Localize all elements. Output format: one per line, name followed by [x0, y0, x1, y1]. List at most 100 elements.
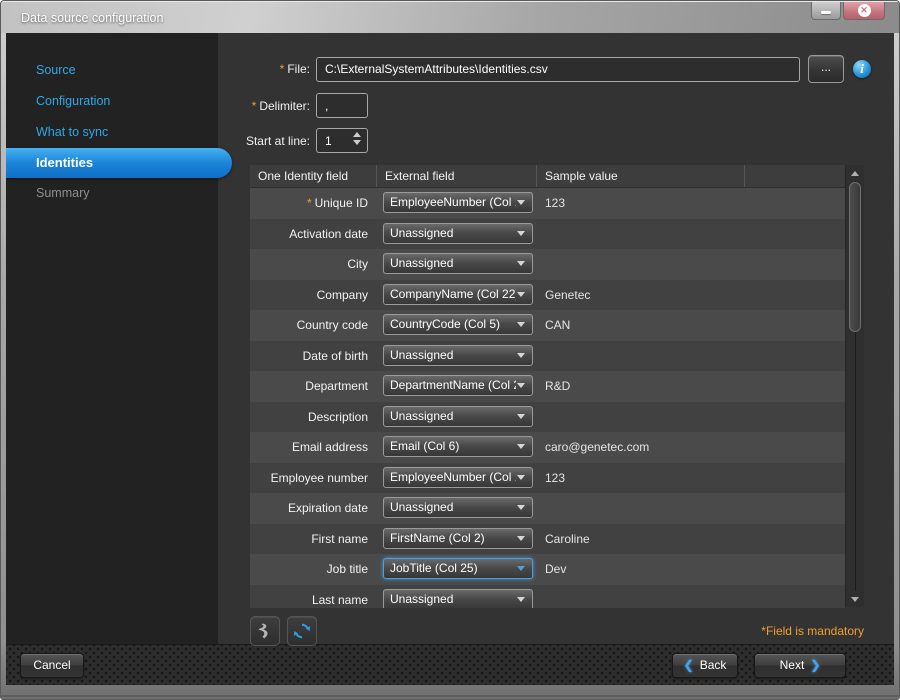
external-field-dropdown[interactable]: FirstName (Col 2) — [383, 528, 533, 549]
scrollbar-thumb[interactable] — [849, 182, 861, 332]
chevron-down-icon — [517, 383, 525, 388]
chevron-down-icon — [517, 292, 525, 297]
external-field-dropdown[interactable]: CountryCode (Col 5) — [383, 314, 533, 335]
column-header-empty — [745, 165, 845, 187]
dropdown-value: Email (Col 6) — [390, 437, 459, 456]
sample-value: CAN — [545, 318, 570, 332]
refresh-icon — [292, 621, 312, 641]
column-header-one-identity-field: One Identity field — [250, 165, 377, 187]
spinner-down-icon — [353, 140, 361, 145]
sample-value: caro@genetec.com — [545, 440, 649, 454]
table-scrollbar[interactable] — [845, 165, 864, 607]
delimiter-label: *Delimiter: — [218, 99, 316, 113]
field-label: Country code — [297, 318, 368, 332]
sidebar-item-what-to-sync[interactable]: What to sync — [6, 117, 218, 148]
table-row: Activation date Unassigned — [250, 219, 845, 250]
mandatory-asterisk: * — [252, 99, 257, 113]
field-label: Description — [308, 410, 368, 424]
chevron-down-icon — [517, 597, 525, 602]
sample-value: Genetec — [545, 288, 590, 302]
column-header-sample-value: Sample value — [537, 165, 745, 187]
caption-buttons: ✕ — [811, 2, 885, 20]
field-label: First name — [311, 532, 368, 546]
sidebar-item-summary: Summary — [6, 178, 218, 209]
external-field-dropdown[interactable]: DepartmentName (Col 23) — [383, 375, 533, 396]
info-icon[interactable]: i — [853, 60, 871, 78]
back-button[interactable]: ❮ Back — [672, 653, 738, 678]
data-source-configuration-dialog: Data source configuration ✕ Source Confi… — [0, 0, 900, 700]
chevron-down-icon — [517, 231, 525, 236]
field-label: Job title — [327, 562, 368, 576]
delimiter-row: *Delimiter: — [218, 93, 894, 118]
external-field-dropdown[interactable]: CompanyName (Col 22) — [383, 284, 533, 305]
file-path-input[interactable] — [316, 57, 800, 82]
minimize-icon — [821, 11, 831, 14]
dropdown-value: CountryCode (Col 5) — [390, 315, 500, 334]
chevron-left-icon: ❮ — [684, 658, 694, 672]
field-label: Unique ID — [315, 196, 368, 210]
identities-page: *File: ... i *Delimiter: Start at line: — [218, 33, 894, 644]
window-title: Data source configuration — [21, 11, 163, 25]
wizard-sidebar: Source Configuration What to sync Identi… — [6, 33, 218, 644]
sidebar-item-identities[interactable]: Identities — [6, 148, 232, 178]
field-mapping-table: One Identity field External field Sample… — [250, 165, 864, 608]
file-row: *File: ... i — [218, 55, 894, 83]
cancel-button[interactable]: Cancel — [20, 653, 84, 678]
table-row: Last name Unassigned — [250, 585, 845, 609]
dropdown-value: FirstName (Col 2) — [390, 529, 485, 548]
minimize-button[interactable] — [811, 2, 841, 20]
chevron-down-icon — [517, 261, 525, 266]
external-field-dropdown[interactable]: Unassigned — [383, 223, 533, 244]
chevron-down-icon — [517, 444, 525, 449]
mandatory-asterisk: * — [280, 62, 285, 76]
table-row: Country code CountryCode (Col 5) CAN — [250, 310, 845, 341]
table-header: One Identity field External field Sample… — [250, 165, 845, 188]
dropdown-value: Unassigned — [390, 498, 453, 517]
dropdown-value: EmployeeNumber (Col 18) — [390, 193, 516, 212]
external-field-dropdown[interactable]: EmployeeNumber (Col 18) — [383, 192, 533, 213]
external-field-dropdown[interactable]: JobTitle (Col 25) — [383, 558, 533, 579]
close-button[interactable]: ✕ — [843, 2, 885, 20]
browse-button[interactable]: ... — [808, 55, 844, 83]
sample-value: 123 — [545, 196, 565, 210]
dialog-client-area: Source Configuration What to sync Identi… — [6, 33, 894, 685]
external-field-dropdown[interactable]: Unassigned — [383, 345, 533, 366]
dropdown-value: Unassigned — [390, 407, 453, 426]
table-row: Expiration date Unassigned — [250, 493, 845, 524]
scroll-up-button[interactable] — [846, 165, 864, 181]
dropdown-value: Unassigned — [390, 254, 453, 273]
mandatory-asterisk: * — [307, 196, 312, 210]
file-label: *File: — [218, 62, 316, 76]
table-row: First name FirstName (Col 2) Caroline — [250, 524, 845, 555]
sample-value: Caroline — [545, 532, 590, 546]
next-button[interactable]: Next ❯ — [754, 653, 846, 678]
external-field-dropdown[interactable]: Email (Col 6) — [383, 436, 533, 457]
table-row: *Unique ID EmployeeNumber (Col 18) 123 — [250, 188, 845, 219]
chevron-down-icon — [517, 414, 525, 419]
table-row: Job title JobTitle (Col 25) Dev — [250, 554, 845, 585]
dropdown-value: DepartmentName (Col 23) — [390, 376, 516, 395]
external-field-dropdown[interactable]: EmployeeNumber (Col 18) — [383, 467, 533, 488]
clear-mappings-button[interactable] — [250, 616, 280, 646]
table-actions: *Field is mandatory — [250, 616, 864, 646]
table-row: Email address Email (Col 6) caro@genetec… — [250, 432, 845, 463]
external-field-dropdown[interactable]: Unassigned — [383, 406, 533, 427]
chevron-down-icon — [517, 200, 525, 205]
start-at-line-stepper[interactable] — [353, 132, 361, 145]
table-row: Description Unassigned — [250, 402, 845, 433]
dropdown-value: Unassigned — [390, 346, 453, 365]
sidebar-item-configuration[interactable]: Configuration — [6, 86, 218, 117]
external-field-dropdown[interactable]: Unassigned — [383, 589, 533, 609]
external-field-dropdown[interactable]: Unassigned — [383, 253, 533, 274]
sidebar-item-source[interactable]: Source — [6, 55, 218, 86]
refresh-button[interactable] — [287, 616, 317, 646]
delimiter-input[interactable] — [316, 93, 368, 118]
dropdown-value: Unassigned — [390, 224, 453, 243]
chevron-down-icon — [517, 353, 525, 358]
dropdown-value: CompanyName (Col 22) — [390, 285, 516, 304]
spinner-up-icon — [353, 132, 361, 137]
external-field-dropdown[interactable]: Unassigned — [383, 497, 533, 518]
scroll-down-button[interactable] — [846, 591, 864, 607]
chevron-down-icon — [517, 475, 525, 480]
chevron-down-icon — [517, 322, 525, 327]
